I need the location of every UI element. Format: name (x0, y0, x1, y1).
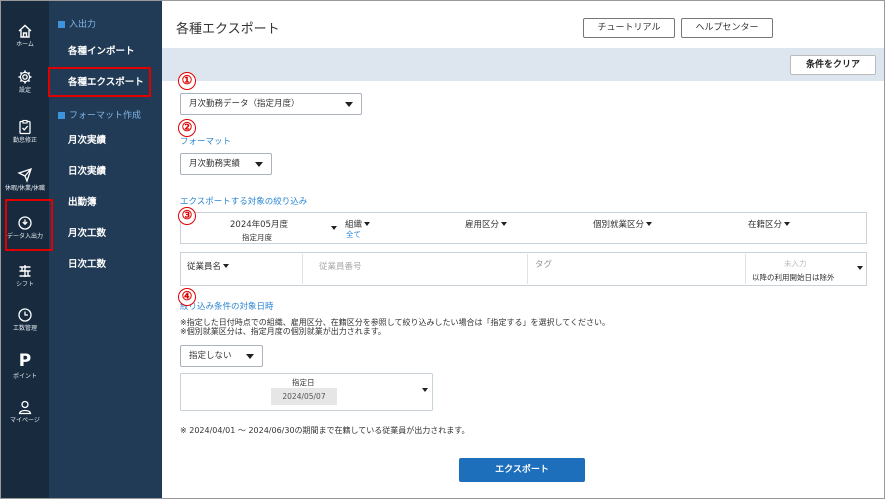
rail-mypage[interactable]: マイページ (1, 399, 49, 445)
rail-mypage-label: マイページ (10, 417, 40, 424)
chevron-down-icon (364, 222, 371, 226)
help-center-button[interactable]: ヘルプセンター (681, 18, 773, 38)
chevron-down-icon (784, 222, 791, 226)
format-select[interactable]: 月次勤務実績 (180, 153, 272, 175)
employee-number-input[interactable]: 従業員番号 (319, 260, 362, 272)
employee-name-filter[interactable]: 従業員名 (187, 260, 230, 272)
divider (745, 254, 746, 284)
rail-hours-label: 工数管理 (12, 325, 37, 332)
rail-home[interactable]: ホーム (1, 23, 49, 69)
divider (302, 254, 303, 284)
annotation-3: ③ (178, 207, 196, 225)
usage-exclude-label: 以降の利用開始日は除外 (752, 273, 835, 282)
section-format: フォーマット作成 (58, 108, 141, 121)
shift-icon (19, 265, 31, 277)
work-type-label: 個別就業区分 (593, 220, 645, 230)
rail-settings[interactable]: 設定 (1, 69, 49, 115)
date-value[interactable]: 2024/05/07 (271, 388, 337, 405)
points-icon: P (18, 351, 32, 371)
annotation-2: ② (178, 119, 196, 137)
note-2: ※個別就業区分は、指定月度の個別就業が出力されます。 (180, 327, 386, 336)
nav-daily-hours[interactable]: 日次工数 (68, 256, 106, 270)
rail-hours[interactable]: 工数管理 (1, 307, 49, 353)
rail-shift-label: シフト (15, 281, 34, 288)
chevron-down-icon (223, 264, 230, 268)
chevron-down-icon (501, 222, 508, 226)
app-window: ホーム 設定 勤怠修正 休暇/休業/休職 データ入出力 シフト 工数管理 P ポ (0, 0, 885, 499)
rail-shift[interactable]: シフト (1, 263, 49, 309)
chevron-down-icon (345, 102, 353, 107)
employee-name-label: 従業員名 (187, 262, 222, 272)
status-label: 在籍区分 (748, 220, 783, 230)
rail-attendance-fix-label: 勤怠修正 (12, 137, 37, 144)
section-io-label: 入出力 (69, 20, 97, 30)
section-square-icon (58, 112, 65, 119)
section-format-label: フォーマット作成 (69, 111, 142, 121)
page-title: 各種エクスポート (176, 22, 280, 37)
filter-label: エクスポートする対象の絞り込み (180, 197, 308, 207)
month-value[interactable]: 2024年05月度 (230, 218, 288, 230)
format-value: 月次勤務実績 (189, 159, 241, 169)
date-label: 指定日 (292, 378, 315, 387)
usage-chevron-icon[interactable] (857, 266, 863, 270)
home-icon (18, 24, 32, 38)
annotation-box-export (48, 67, 151, 97)
specify-value: 指定しない (189, 351, 232, 361)
clipboard-check-icon (19, 119, 31, 135)
nav-monthly-hours[interactable]: 月次工数 (68, 225, 106, 239)
header-band (162, 48, 884, 81)
export-type-value: 月次勤務データ（指定月度） (189, 99, 300, 109)
date-chevron-icon[interactable] (422, 388, 428, 392)
chevron-down-icon (255, 162, 263, 167)
rail-points[interactable]: P ポイント (1, 351, 49, 397)
month-sub: 指定月度 (242, 233, 272, 242)
plane-icon (17, 167, 33, 183)
nav-import[interactable]: 各種インポート (68, 43, 135, 57)
section-square-icon (58, 21, 65, 28)
chevron-down-icon (246, 354, 254, 359)
nav-attendance-book[interactable]: 出勤簿 (68, 194, 97, 208)
annotation-box-rail (5, 199, 53, 251)
tutorial-button[interactable]: チュートリアル (583, 18, 675, 38)
specify-select[interactable]: 指定しない (180, 345, 263, 367)
org-value[interactable]: 全て (346, 229, 361, 240)
rail-attendance-fix[interactable]: 勤怠修正 (1, 119, 49, 165)
clock-icon (18, 308, 32, 322)
section-io: 入出力 (58, 17, 96, 30)
period-note: ※ 2024/04/01 ～ 2024/06/30の期間まで在籍している従業員が… (180, 426, 470, 435)
clear-conditions-button[interactable]: 条件をクリア (790, 55, 876, 75)
rail-points-label: ポイント (12, 373, 37, 380)
rail-leave-label: 休暇/休業/休職 (4, 185, 46, 192)
tag-input[interactable]: タグ (535, 258, 552, 270)
annotation-4: ④ (178, 288, 196, 306)
work-type-filter[interactable]: 個別就業区分 (593, 218, 653, 230)
user-icon (18, 400, 32, 415)
start-date-input[interactable]: 未入力 (784, 258, 807, 269)
export-type-select[interactable]: 月次勤務データ（指定月度） (180, 93, 362, 115)
chevron-down-icon (646, 222, 653, 226)
main-content: 各種エクスポート チュートリアル ヘルプセンター 条件をクリア 月次勤務データ（… (162, 1, 884, 498)
annotation-1: ① (178, 72, 196, 90)
rail-settings-label: 設定 (18, 87, 31, 94)
employment-label: 雇用区分 (465, 220, 500, 230)
nav-monthly-results[interactable]: 月次実績 (68, 132, 106, 146)
status-filter[interactable]: 在籍区分 (748, 218, 791, 230)
rail-home-label: ホーム (16, 41, 34, 48)
month-chevron-icon[interactable] (331, 226, 337, 230)
nav-daily-results[interactable]: 日次実績 (68, 163, 106, 177)
employment-filter[interactable]: 雇用区分 (465, 218, 508, 230)
divider (527, 254, 528, 284)
export-button[interactable]: エクスポート (459, 458, 585, 482)
gear-icon (18, 70, 32, 84)
